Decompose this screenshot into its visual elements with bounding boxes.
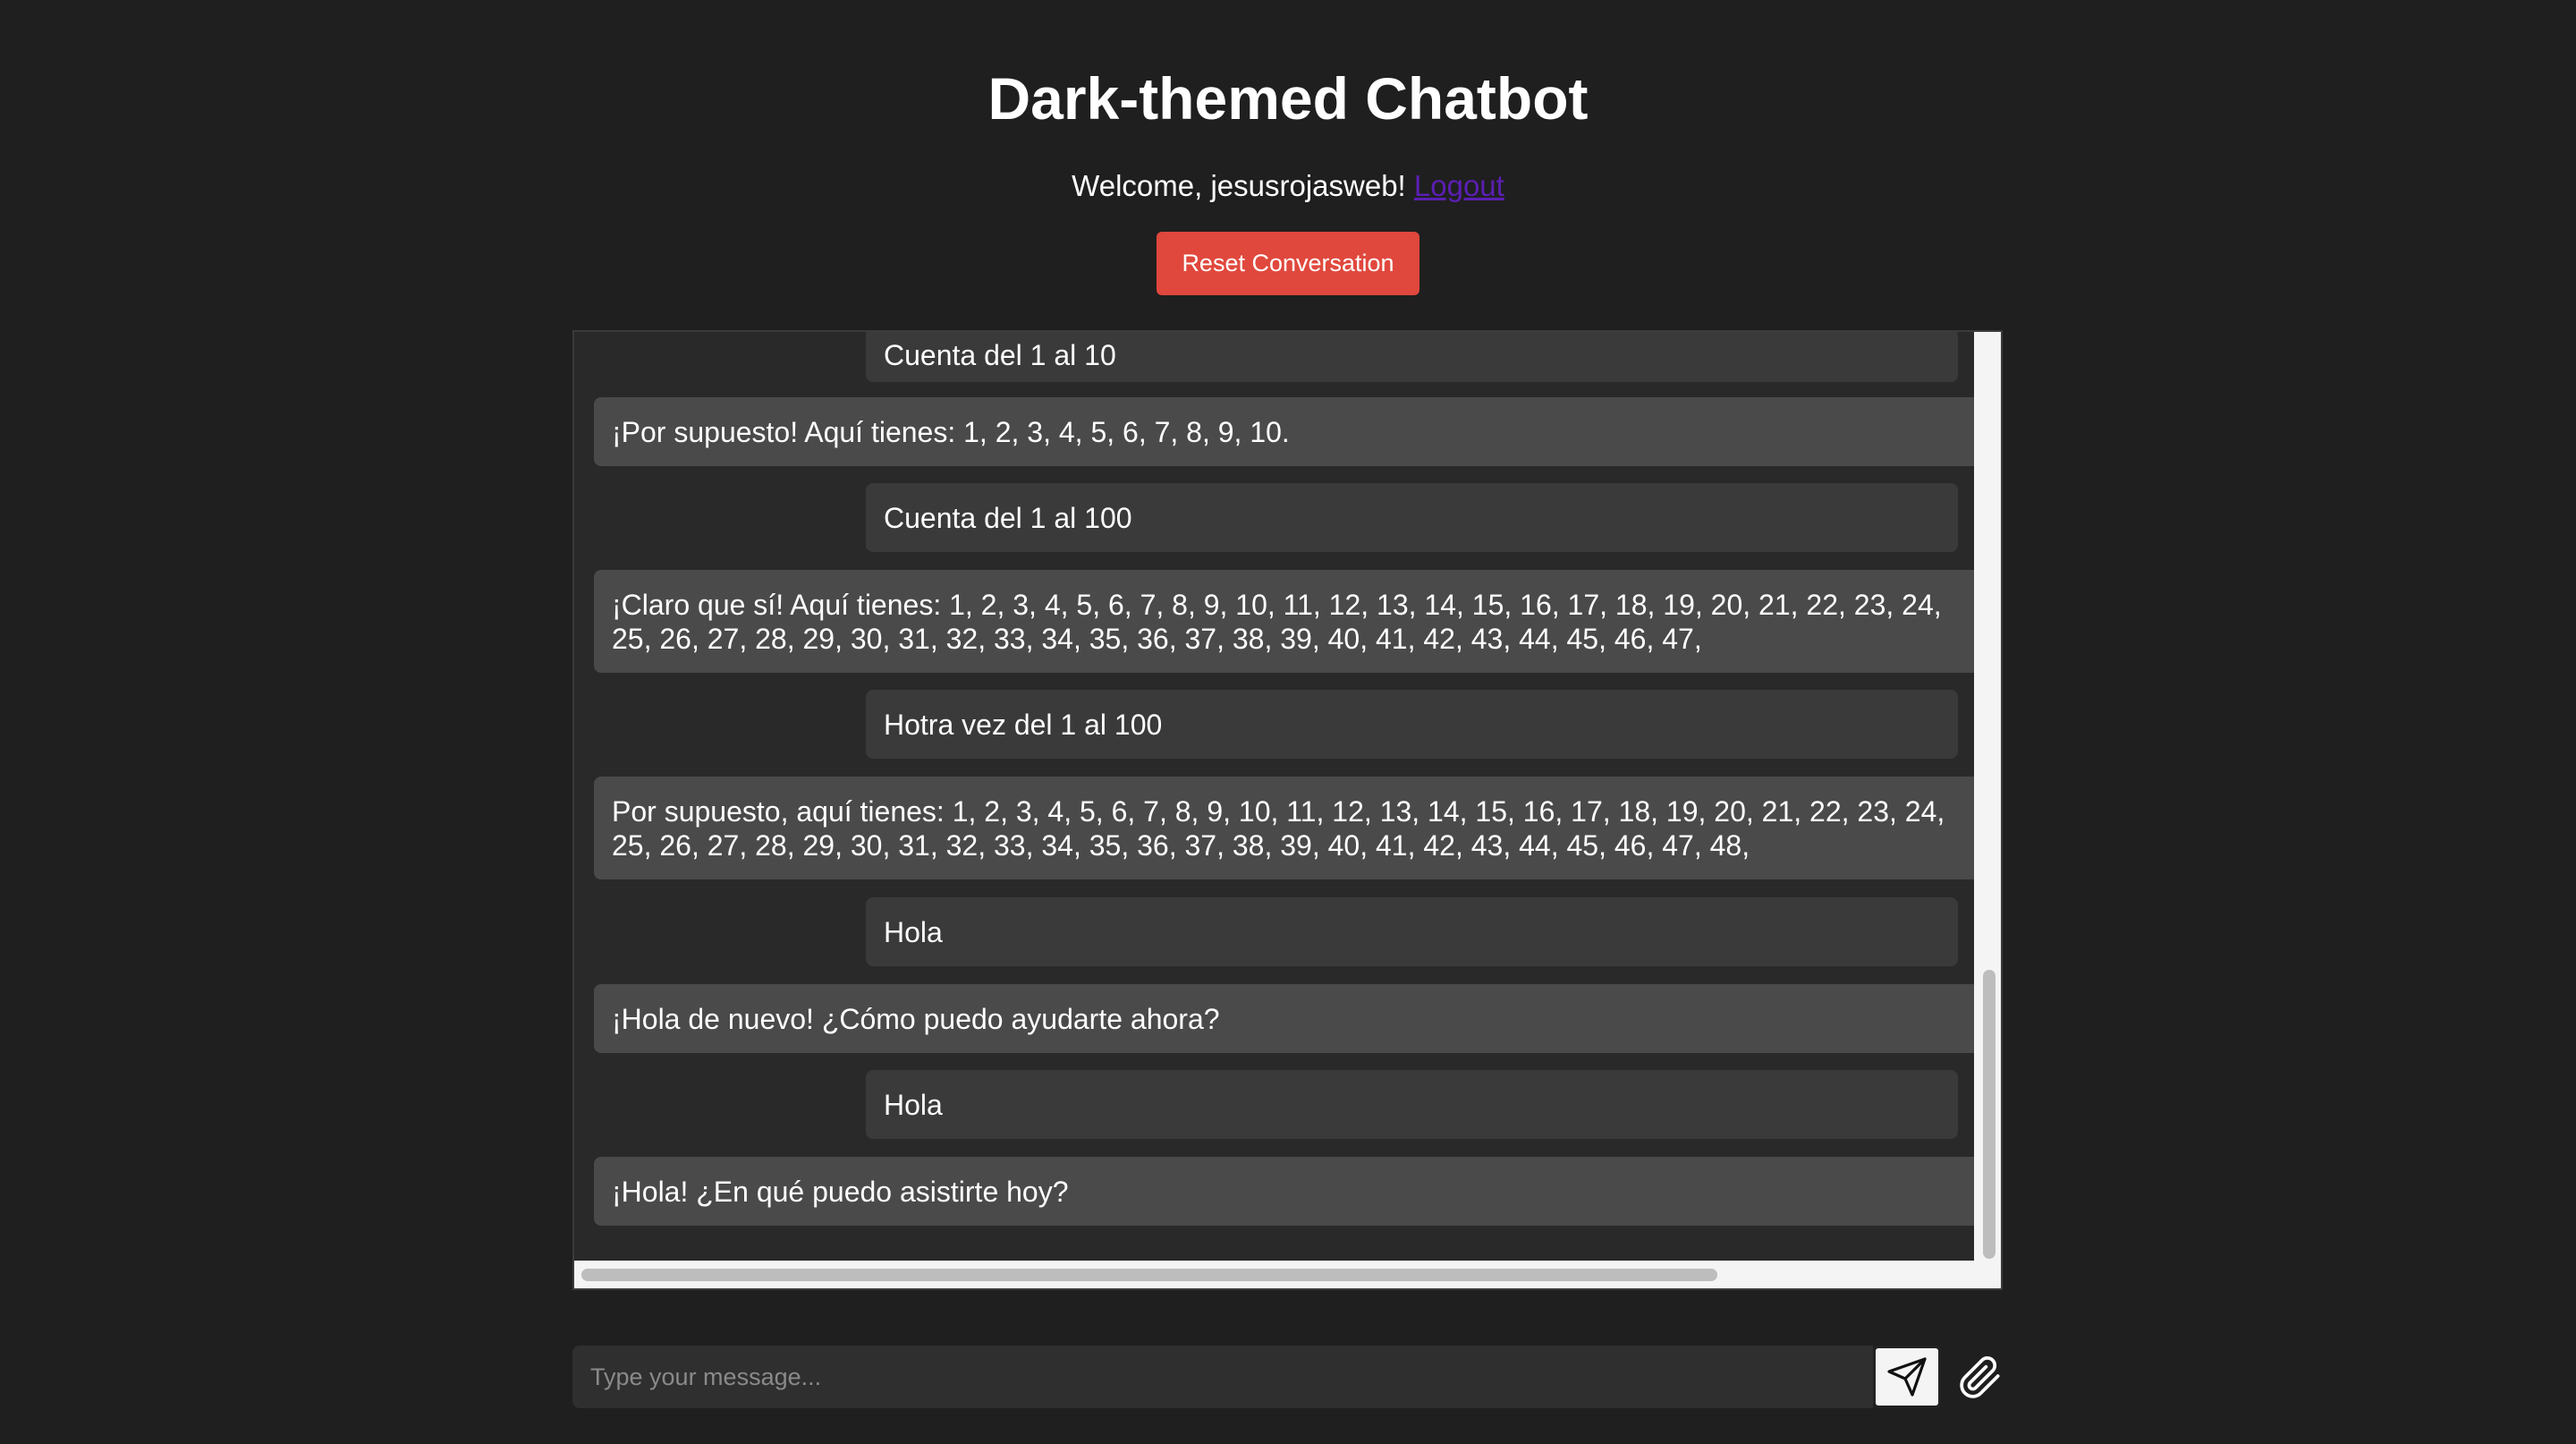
- bot-message: ¡Hola de nuevo! ¿Cómo puedo ayudarte aho…: [594, 984, 1976, 1053]
- user-message: Hola: [866, 897, 1958, 966]
- welcome-line: Welcome, jesusrojasweb! Logout: [0, 166, 2576, 206]
- vertical-scrollbar-thumb[interactable]: [1983, 970, 1996, 1259]
- welcome-text: Welcome, jesusrojasweb!: [1072, 169, 1406, 202]
- bot-message: ¡Claro que sí! Aquí tienes: 1, 2, 3, 4, …: [594, 570, 1976, 673]
- page-title: Dark-themed Chatbot: [987, 65, 1589, 132]
- user-message: Hola: [866, 1070, 1958, 1139]
- chat-page: Dark-themed Chatbot Welcome, jesusrojasw…: [0, 0, 2576, 1444]
- chat-message-list: Cuenta del 1 al 10 ¡Por supuesto! Aquí t…: [574, 332, 1976, 1262]
- user-message: Cuenta del 1 al 100: [866, 483, 1958, 552]
- bot-message: ¡Por supuesto! Aquí tienes: 1, 2, 3, 4, …: [594, 397, 1976, 466]
- logout-link[interactable]: Logout: [1414, 169, 1504, 202]
- send-button[interactable]: [1873, 1346, 1941, 1408]
- horizontal-scrollbar[interactable]: [574, 1261, 1976, 1288]
- vertical-scrollbar[interactable]: [1974, 332, 2001, 1262]
- paperclip-icon: [1958, 1355, 2003, 1400]
- chat-history-panel[interactable]: Cuenta del 1 al 10 ¡Por supuesto! Aquí t…: [572, 330, 2003, 1290]
- user-message: Cuenta del 1 al 10: [866, 332, 1958, 382]
- paper-plane-icon: [1885, 1355, 1928, 1398]
- reset-conversation-button[interactable]: Reset Conversation: [1157, 232, 1419, 295]
- message-input[interactable]: [572, 1346, 1873, 1408]
- user-message: Hotra vez del 1 al 100: [866, 690, 1958, 759]
- bot-message: ¡Hola! ¿En qué puedo asistirte hoy?: [594, 1157, 1976, 1226]
- horizontal-scrollbar-thumb[interactable]: [581, 1269, 1717, 1281]
- attach-file-button[interactable]: [1957, 1353, 2004, 1403]
- bot-message: Por supuesto, aquí tienes: 1, 2, 3, 4, 5…: [594, 777, 1976, 879]
